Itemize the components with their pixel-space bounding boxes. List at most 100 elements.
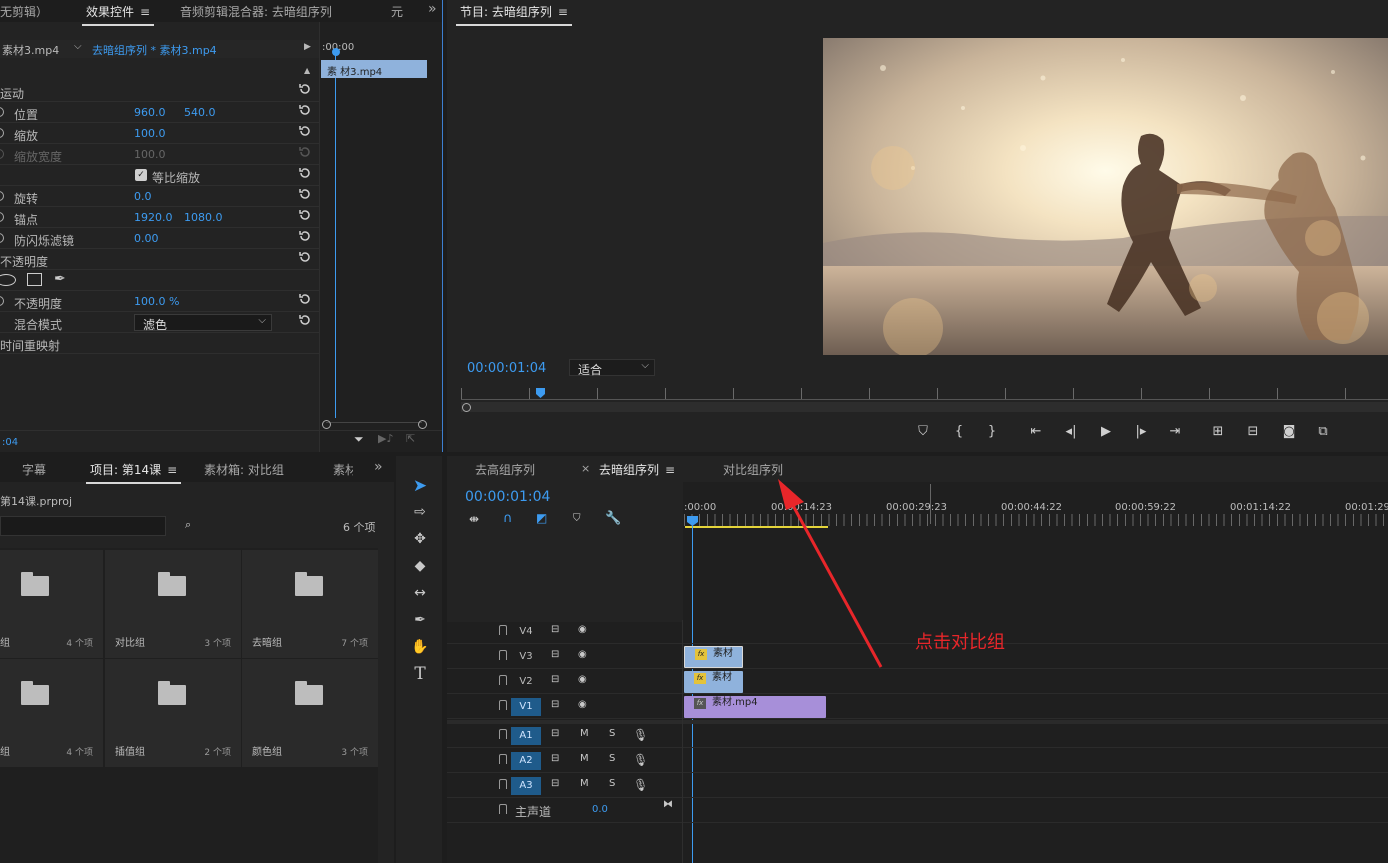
lock-icon[interactable] <box>499 779 507 789</box>
folder-item[interactable]: 对比组 3 个项 <box>105 550 241 658</box>
microphone-icon[interactable]: 🎙 <box>633 778 648 792</box>
folder-item[interactable]: 组 4 个项 <box>0 550 103 658</box>
stopwatch-icon[interactable] <box>0 233 4 243</box>
step-back-icon[interactable]: ◂| <box>1062 424 1080 439</box>
scale-value[interactable]: 100.0 <box>134 127 166 140</box>
lock-icon[interactable] <box>499 754 507 764</box>
reset-icon[interactable] <box>299 83 311 95</box>
snap-magnet-icon[interactable]: ∩ <box>503 511 513 526</box>
row-opacity-group[interactable]: 不透明度 <box>0 249 319 270</box>
add-marker-icon[interactable]: ⛉ <box>573 513 581 524</box>
slip-tool-icon[interactable]: ↔ <box>410 583 430 603</box>
reset-icon[interactable] <box>299 104 311 116</box>
track-label[interactable]: V2 <box>511 673 541 691</box>
program-video-frame[interactable] <box>823 38 1388 355</box>
fit-select[interactable]: 适合 ⌵ <box>569 359 655 377</box>
master-value[interactable]: 0.0 <box>592 804 608 815</box>
pen-tool-icon[interactable]: ✒ <box>410 610 430 630</box>
row-flicker[interactable]: 防闪烁滤镜 0.00 <box>0 228 319 249</box>
lock-icon[interactable] <box>499 700 507 710</box>
button-editor-icon[interactable]: ⧉ <box>1314 424 1332 439</box>
wrench-icon[interactable]: 🔧 <box>605 511 621 526</box>
solo-button[interactable]: S <box>609 728 615 739</box>
folder-item[interactable]: 插值组 2 个项 <box>105 659 241 767</box>
camera-icon[interactable]: ◙ <box>1280 424 1298 439</box>
tab-bin[interactable]: 素材箱: 对比组 <box>204 461 284 478</box>
mark-in-icon[interactable]: { <box>950 424 968 439</box>
stopwatch-icon[interactable] <box>0 107 4 117</box>
position-x[interactable]: 960.0 <box>134 106 166 119</box>
reset-icon[interactable] <box>299 251 311 263</box>
program-ruler[interactable] <box>461 388 1388 400</box>
sync-lock-icon[interactable]: ⊟ <box>551 753 559 764</box>
go-to-out-icon[interactable]: ⇥ <box>1166 424 1184 439</box>
lift-icon[interactable]: ⊞ <box>1209 424 1227 439</box>
source-clip-name[interactable]: 素材3.mp4 <box>2 42 59 58</box>
chevron-down-icon[interactable]: ⌵ <box>74 41 82 52</box>
collapse-up-icon[interactable]: ▲ <box>304 66 310 75</box>
flicker-value[interactable]: 0.00 <box>134 232 159 245</box>
lock-icon[interactable] <box>499 625 507 635</box>
row-blend-mode[interactable]: 混合模式 滤色 ⌵ <box>0 312 319 333</box>
scroll-handle-left[interactable] <box>322 420 331 429</box>
uniform-scale-checkbox[interactable]: ✓ <box>135 169 147 181</box>
tab-highlight-sequence[interactable]: 去高组序列 <box>475 461 535 478</box>
tab-audio-mixer[interactable]: 音频剪辑混合器: 去暗组序列 <box>180 3 332 20</box>
clip-v2[interactable]: fx 素材 <box>684 671 743 693</box>
solo-button[interactable]: S <box>609 753 615 764</box>
play-icon[interactable]: ▶ <box>1097 424 1115 439</box>
folder-item[interactable]: 颜色组 3 个项 <box>242 659 378 767</box>
track-label[interactable]: A1 <box>511 727 541 745</box>
linked-selection-icon[interactable]: ◩ <box>536 511 547 525</box>
solo-button[interactable]: S <box>609 778 615 789</box>
stopwatch-icon[interactable] <box>0 212 4 222</box>
row-time-remap[interactable]: 时间重映射 <box>0 333 319 354</box>
row-opacity[interactable]: 不透明度 100.0 % <box>0 291 319 312</box>
mark-out-icon[interactable]: } <box>983 424 1001 439</box>
selection-tool-icon[interactable]: ➤ <box>410 476 430 496</box>
folder-item[interactable]: 组 4 个项 <box>0 659 103 767</box>
reset-icon[interactable] <box>299 293 311 305</box>
mute-button[interactable]: M <box>580 778 589 789</box>
clip-v1[interactable]: fx 素材.mp4 <box>684 696 826 718</box>
reset-icon[interactable] <box>299 230 311 242</box>
ellipse-mask-icon[interactable] <box>0 274 16 286</box>
tab-no-clip[interactable]: 无剪辑） <box>0 3 48 20</box>
program-timecode[interactable]: 00:00:01:04 <box>467 361 546 376</box>
rotation-value[interactable]: 0.0 <box>134 190 152 203</box>
microphone-icon[interactable]: 🎙 <box>633 753 648 767</box>
eye-icon[interactable]: ◉ <box>578 624 587 635</box>
folder-item[interactable]: 去暗组 7 个项 <box>242 550 378 658</box>
row-rotation[interactable]: 旋转 0.0 <box>0 186 319 207</box>
eye-icon[interactable]: ◉ <box>578 699 587 710</box>
sync-lock-icon[interactable]: ⊟ <box>551 624 559 635</box>
lock-icon[interactable] <box>499 675 507 685</box>
tab-effect-controls[interactable]: 效果控件 ≡ <box>81 3 155 26</box>
type-tool-icon[interactable]: T <box>410 664 430 684</box>
reset-icon[interactable] <box>299 209 311 221</box>
nest-icon[interactable]: ⇼ <box>469 512 479 526</box>
hand-tool-icon[interactable]: ✋ <box>410 637 430 657</box>
lock-icon[interactable] <box>499 804 507 814</box>
stopwatch-icon[interactable] <box>0 191 4 201</box>
reset-icon[interactable] <box>299 188 311 200</box>
tab-captions[interactable]: 字幕 <box>22 461 46 478</box>
tab-program[interactable]: 节目: 去暗组序列 ≡ <box>456 3 572 26</box>
tab-media[interactable]: 素材 <box>333 461 353 478</box>
play-triangle-icon[interactable]: ▶ <box>304 42 311 52</box>
add-marker-icon[interactable]: ⛉ <box>914 424 932 439</box>
pen-mask-icon[interactable]: ✒ <box>54 271 66 287</box>
reset-icon[interactable] <box>299 314 311 326</box>
anchor-x[interactable]: 1920.0 <box>134 211 173 224</box>
sequence-clip-name[interactable]: 去暗组序列 * 素材3.mp4 <box>92 42 217 58</box>
track-label[interactable]: A3 <box>511 777 541 795</box>
close-icon[interactable]: × <box>581 462 590 475</box>
row-anchor[interactable]: 锚点 1920.0 1080.0 <box>0 207 319 228</box>
mute-button[interactable]: M <box>580 728 589 739</box>
project-search-input[interactable] <box>0 516 166 536</box>
lock-icon[interactable] <box>499 650 507 660</box>
eye-icon[interactable]: ◉ <box>578 674 587 685</box>
stopwatch-icon[interactable] <box>0 296 4 306</box>
tab-project[interactable]: 项目: 第14课 ≡ <box>85 461 182 484</box>
mute-button[interactable]: M <box>580 753 589 764</box>
